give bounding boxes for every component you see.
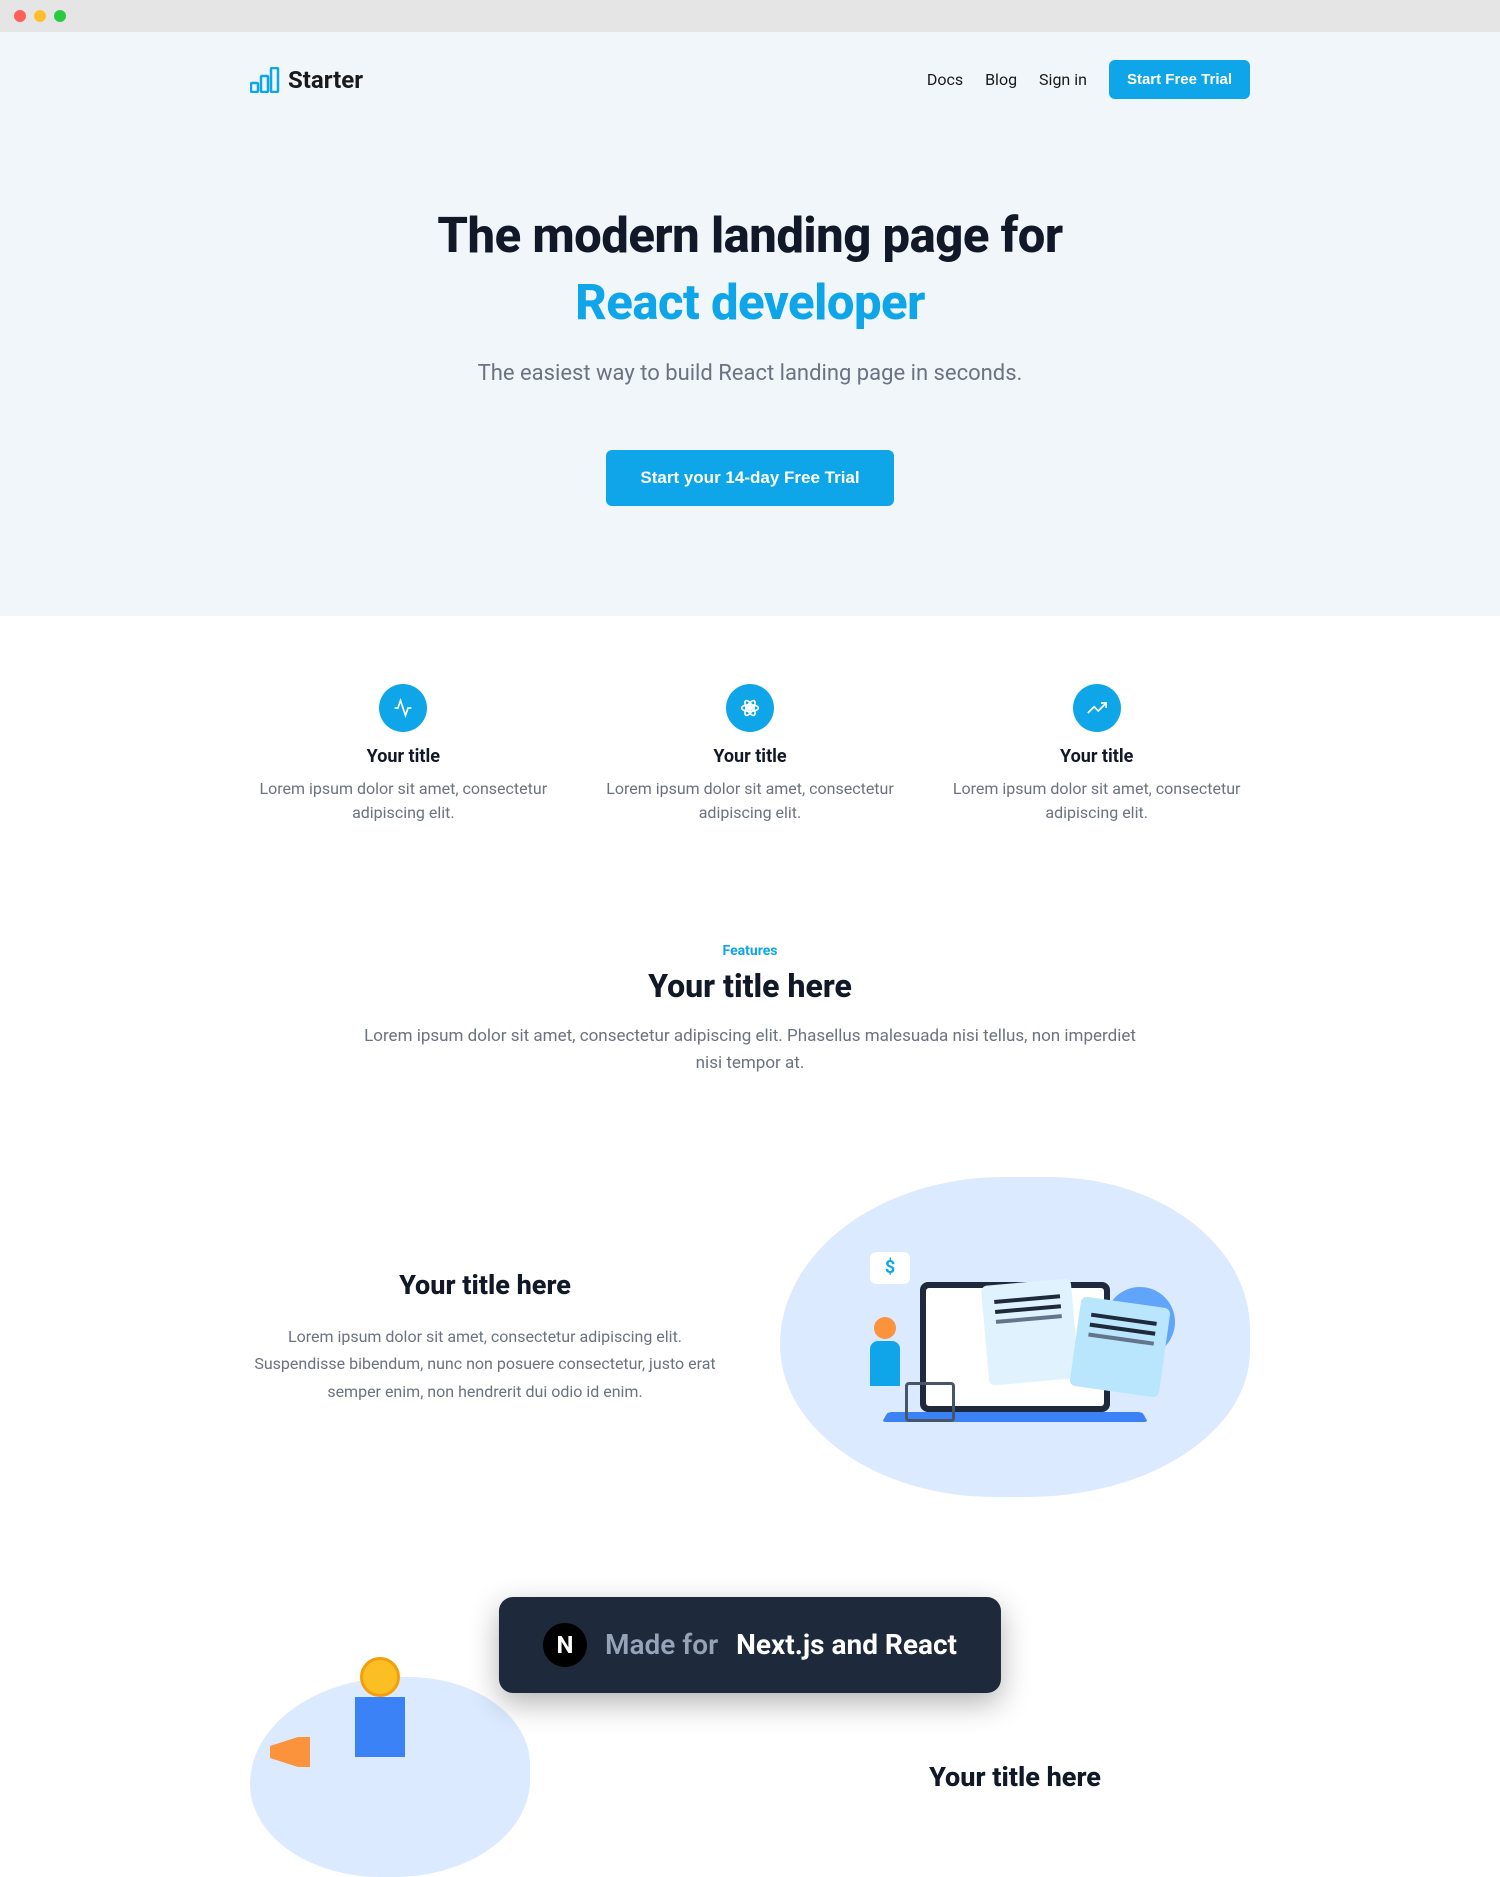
start-trial-cta-button[interactable]: Start your 14-day Free Trial: [606, 450, 893, 506]
coin-icon: [360, 1657, 400, 1697]
feature-description: Lorem ipsum dolor sit amet, consectetur …: [250, 777, 557, 825]
badge-prefix: Made for: [605, 1628, 718, 1661]
feature-title: Your title: [367, 746, 440, 767]
trending-up-icon: [1073, 684, 1121, 732]
feature-item: Your title Lorem ipsum dolor sit amet, c…: [597, 684, 904, 825]
feature-title: Your title: [1060, 746, 1133, 767]
nav-link-blog[interactable]: Blog: [985, 70, 1017, 89]
section-description: Lorem ipsum dolor sit amet, consectetur …: [360, 1023, 1140, 1077]
price-tag-icon: $: [870, 1252, 910, 1284]
nav-link-signin[interactable]: Sign in: [1039, 70, 1087, 89]
activity-icon: [379, 684, 427, 732]
feature-row-2: Your title here: [230, 1677, 1270, 1877]
browser-chrome: [0, 0, 1500, 32]
feature-block-title: Your title here: [250, 1269, 720, 1301]
blob-background: $: [780, 1177, 1250, 1497]
feature-illustration-2: [250, 1677, 720, 1877]
feature-item: Your title Lorem ipsum dolor sit amet, c…: [250, 684, 557, 825]
window-minimize-icon[interactable]: [34, 10, 46, 22]
blob-background: [250, 1677, 530, 1877]
feature-row: Your title here Lorem ipsum dolor sit am…: [230, 1177, 1270, 1497]
window-close-icon[interactable]: [14, 10, 26, 22]
logo-text: Starter: [288, 66, 363, 94]
receipt-icon: [981, 1278, 1079, 1385]
features-grid: Your title Lorem ipsum dolor sit amet, c…: [230, 616, 1270, 893]
laptop-illustration: $: [885, 1247, 1145, 1427]
person-icon: [860, 1317, 910, 1417]
feature-text-block-2: Your title here: [780, 1761, 1250, 1793]
nav-link-docs[interactable]: Docs: [927, 70, 963, 89]
feature-block-2-title: Your title here: [780, 1761, 1250, 1793]
feature-description: Lorem ipsum dolor sit amet, consectetur …: [943, 777, 1250, 825]
navbar: Starter Docs Blog Sign in Start Free Tri…: [230, 32, 1270, 127]
feature-text-block: Your title here Lorem ipsum dolor sit am…: [250, 1269, 720, 1405]
feature-title: Your title: [713, 746, 786, 767]
features-section-header: Features Your title here Lorem ipsum dol…: [340, 943, 1160, 1077]
hero-title-line2: React developer: [360, 274, 1140, 333]
nav-right: Docs Blog Sign in Start Free Trial: [927, 60, 1250, 99]
shopping-cart-icon: [905, 1382, 955, 1422]
hero-content: The modern landing page for React develo…: [340, 207, 1160, 506]
feature-block-description: Lorem ipsum dolor sit amet, consectetur …: [250, 1323, 720, 1405]
receipt-icon: [1069, 1296, 1171, 1398]
hero-description: The easiest way to build React landing p…: [360, 361, 1140, 386]
bar-chart-icon: [250, 67, 280, 93]
bar-icon: [355, 1697, 405, 1757]
section-eyebrow: Features: [360, 943, 1140, 959]
start-free-trial-button[interactable]: Start Free Trial: [1109, 60, 1250, 99]
nextjs-icon: N: [543, 1623, 587, 1667]
section-title: Your title here: [360, 967, 1140, 1005]
tech-badge: N Made for Next.js and React: [499, 1597, 1001, 1693]
feature-illustration: $: [780, 1177, 1250, 1497]
badge-main-text: Next.js and React: [736, 1628, 957, 1661]
window-maximize-icon[interactable]: [54, 10, 66, 22]
hero-section: Starter Docs Blog Sign in Start Free Tri…: [0, 32, 1500, 616]
feature-description: Lorem ipsum dolor sit amet, consectetur …: [597, 777, 904, 825]
megaphone-icon: [270, 1737, 310, 1767]
logo[interactable]: Starter: [250, 66, 363, 94]
atom-icon: [726, 684, 774, 732]
hero-title-line1: The modern landing page for: [360, 207, 1140, 266]
feature-item: Your title Lorem ipsum dolor sit amet, c…: [943, 684, 1250, 825]
